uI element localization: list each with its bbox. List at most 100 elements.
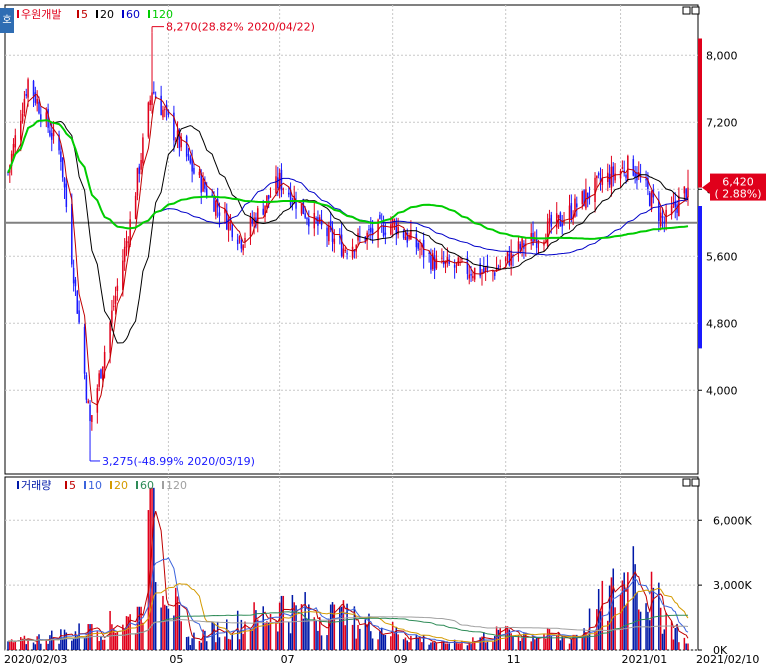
candle-body	[83, 326, 86, 374]
volume-bar	[138, 606, 141, 650]
candle-body	[138, 166, 141, 174]
candle-body	[149, 100, 151, 106]
candle-body	[493, 272, 496, 276]
volume-bar	[160, 607, 162, 650]
volume-bar	[218, 637, 221, 650]
candle-body	[308, 218, 310, 227]
volume-legend-swatch	[17, 481, 19, 489]
volume-bar	[229, 639, 232, 650]
candle-body	[85, 375, 88, 400]
volume-bar	[23, 635, 26, 650]
volume-bar	[154, 582, 157, 650]
volume-bar	[382, 634, 385, 650]
candle-body	[346, 253, 348, 255]
date-label: 11	[507, 653, 521, 666]
price-minimize-button[interactable]	[682, 6, 691, 15]
volume-bar	[238, 639, 241, 650]
candle-body	[205, 188, 208, 197]
volume-bar	[479, 637, 481, 650]
candle-body	[318, 217, 321, 222]
chart-menu-icon[interactable]: 호	[0, 8, 14, 33]
volume-bar	[200, 642, 203, 650]
volume-bar	[142, 622, 144, 650]
volume-bar	[404, 637, 407, 650]
volume-bar	[585, 632, 587, 650]
volume-bar	[517, 635, 520, 650]
volume-bar	[351, 624, 354, 650]
volume-bar	[300, 604, 303, 650]
volume-bar	[278, 602, 281, 650]
price-legend-label: 120	[152, 8, 173, 21]
volume-tick-label: 3,000K	[713, 579, 752, 592]
candle-body	[251, 219, 254, 224]
volume-bar	[14, 641, 17, 650]
candle-body	[277, 177, 279, 188]
candle-body	[147, 102, 150, 137]
price-legend-swatch	[77, 10, 79, 18]
volume-bar	[433, 642, 436, 650]
candle-body	[74, 279, 77, 287]
volume-bar	[189, 645, 192, 650]
price-legend-swatch	[96, 10, 98, 18]
candle-body	[269, 196, 272, 198]
candle-body	[238, 236, 241, 240]
candle-body	[499, 265, 501, 267]
volume-bar	[36, 636, 38, 650]
candle-body	[140, 159, 142, 170]
volume-bar	[661, 633, 664, 650]
volume-bar	[459, 643, 461, 650]
volume-bar	[50, 630, 53, 650]
volume-bar	[370, 631, 372, 650]
price-maximize-button[interactable]	[691, 6, 700, 15]
volume-bar	[174, 587, 177, 650]
volume-bar	[251, 630, 254, 650]
candle-body	[96, 388, 99, 413]
candle-body	[663, 221, 666, 224]
volume-bar	[315, 620, 317, 650]
volume-legend-swatch	[162, 481, 164, 489]
volume-minimize-button[interactable]	[682, 478, 691, 487]
chart-svg: 8,0007,2006,4005,6004,8004,0006,000K3,00…	[4, 4, 766, 666]
volume-bar	[639, 611, 642, 650]
volume-bar	[25, 644, 27, 650]
candle-body	[517, 241, 520, 253]
price-legend-label: 60	[126, 8, 140, 21]
volume-bar	[665, 612, 667, 650]
candle-body	[621, 167, 624, 169]
volume-bar	[357, 624, 359, 650]
volume-bar	[38, 634, 40, 650]
candle-body	[142, 137, 144, 164]
volume-bar	[466, 645, 469, 650]
volume-bar	[453, 639, 456, 650]
volume-bar	[678, 642, 680, 650]
volume-bar	[116, 631, 119, 650]
candle-body	[546, 221, 549, 247]
volume-bar	[187, 636, 190, 650]
candle-body	[109, 322, 111, 353]
volume-legend-label: 거래량	[21, 479, 51, 492]
volume-bar	[583, 628, 585, 650]
volume-bar	[333, 604, 336, 650]
candle-body	[570, 203, 573, 220]
candle-body	[229, 221, 232, 223]
volume-bar	[215, 642, 217, 650]
volume-bar	[32, 642, 35, 650]
volume-bar	[289, 633, 292, 650]
volume-bar	[534, 639, 536, 650]
volume-bar	[546, 627, 549, 650]
candle-body	[21, 113, 24, 122]
date-label: 05	[169, 653, 183, 666]
volume-bar	[530, 641, 532, 650]
candle-body	[379, 214, 381, 219]
volume-bar	[368, 613, 370, 650]
candle-body	[112, 305, 115, 307]
volume-bar	[167, 608, 170, 650]
volume-legend-swatch	[136, 481, 138, 489]
volume-bar	[674, 627, 676, 650]
candle-body	[160, 95, 162, 116]
volume-bar	[20, 637, 22, 650]
candle-body	[14, 135, 17, 148]
candle-body	[404, 237, 407, 241]
volume-maximize-button[interactable]	[691, 478, 700, 487]
volume-bar	[213, 623, 215, 650]
